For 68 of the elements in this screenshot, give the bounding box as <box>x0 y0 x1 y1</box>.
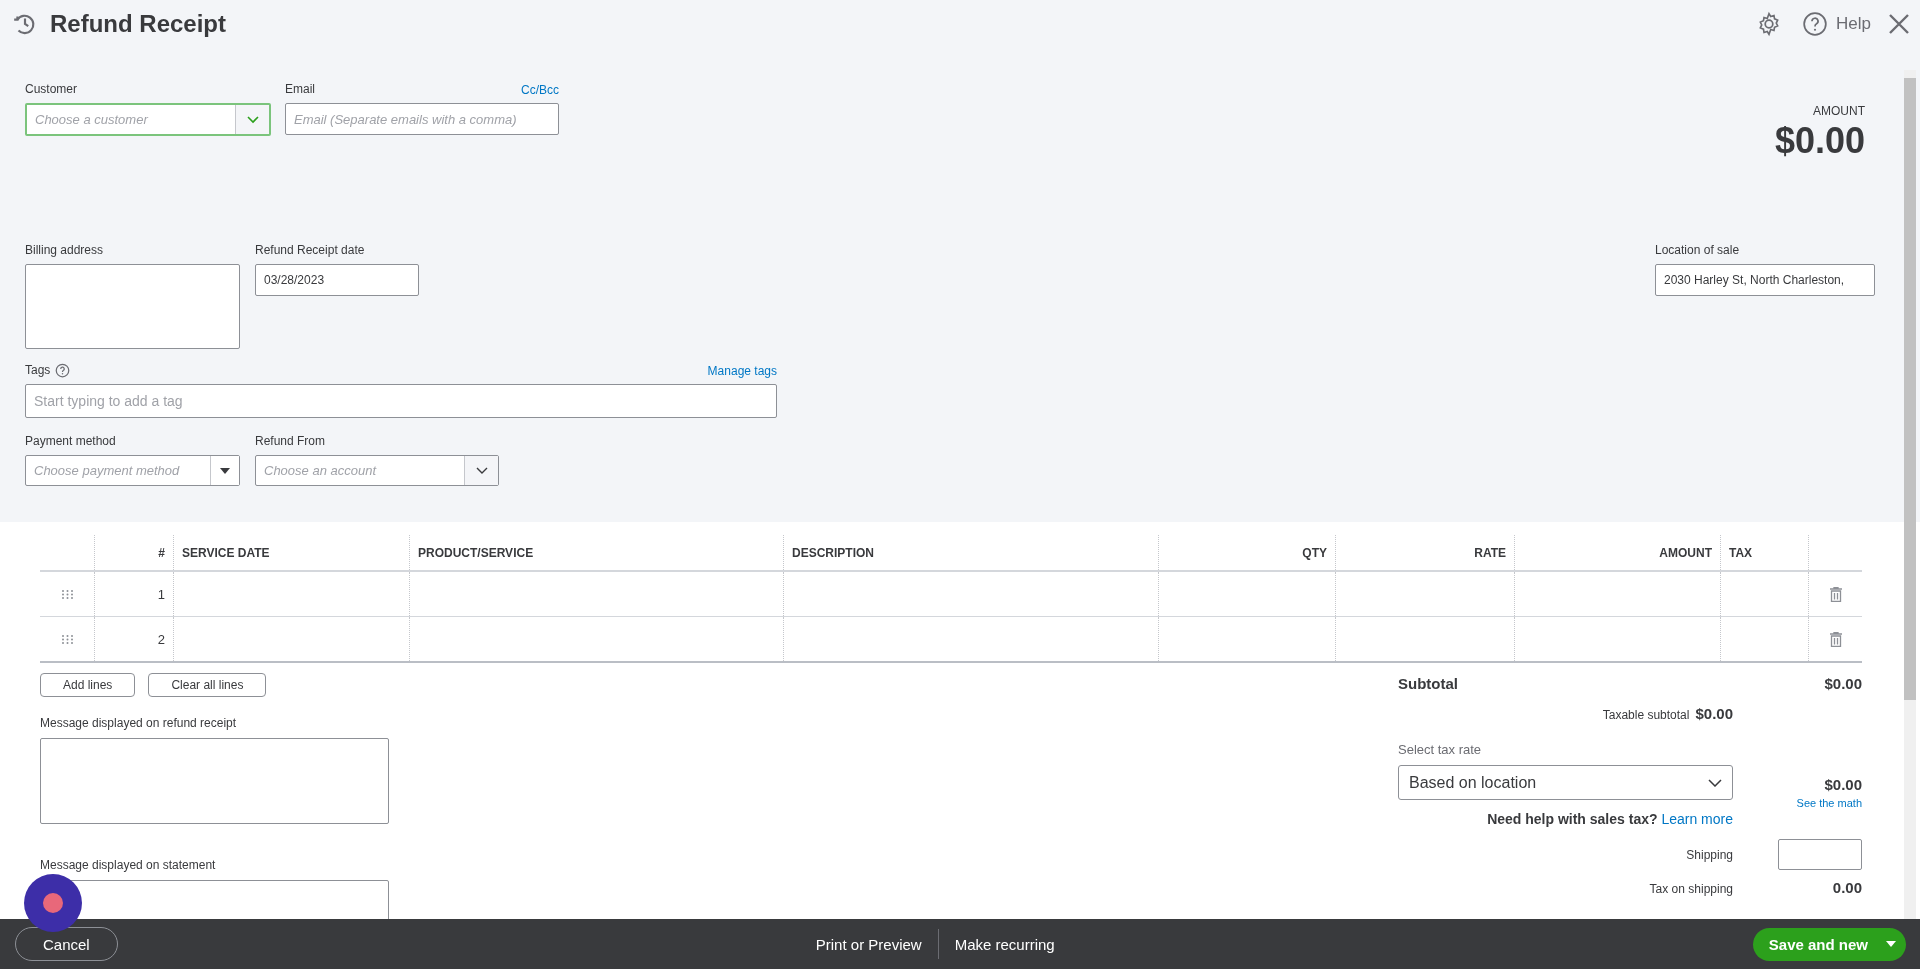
column-header: QTY <box>1302 545 1327 560</box>
refund-from-dropdown[interactable]: Choose an account <box>255 455 499 486</box>
learn-more-link[interactable]: Learn more <box>1661 811 1733 827</box>
close-icon[interactable] <box>1887 12 1911 36</box>
field-label: Message displayed on refund receipt <box>40 716 238 731</box>
row-number: 1 <box>157 586 165 602</box>
chat-launcher-overlay[interactable] <box>24 874 82 932</box>
email-field[interactable]: Email (Separate emails with a comma) <box>285 103 559 135</box>
shipping-label: Shipping <box>1686 847 1733 862</box>
tax-on-shipping-value: 0.00 <box>1831 879 1862 896</box>
tax-on-shipping-label: Tax on shipping <box>1649 882 1733 896</box>
help-icon <box>1802 11 1829 37</box>
amount-label: AMOUNT <box>1813 104 1865 118</box>
drag-handle-icon[interactable] <box>61 634 73 644</box>
make-recurring-link[interactable]: Make recurring <box>954 935 1055 953</box>
tax-rate-dropdown[interactable]: Based on location <box>1398 765 1733 800</box>
chevron-down-icon <box>1708 778 1722 787</box>
date-field[interactable]: 03/28/2023 <box>255 264 419 296</box>
customer-dropdown[interactable]: Choose a customer <box>25 103 271 136</box>
column-header: RATE <box>1474 545 1506 560</box>
print-preview-link[interactable]: Print or Preview <box>815 935 922 953</box>
field-label: Location of sale <box>1655 243 1741 258</box>
column-header: AMOUNT <box>1659 545 1712 560</box>
amount-value: $0.00 <box>1774 120 1865 162</box>
field-label: Email <box>285 82 315 97</box>
help-icon[interactable] <box>55 363 71 378</box>
field-label: Message displayed on statement <box>40 858 217 873</box>
subtotal-label: Subtotal <box>1398 675 1458 692</box>
sales-tax-help-text: Need help with sales tax? <box>1487 811 1658 827</box>
payment-method-dropdown[interactable]: Choose payment method <box>25 455 240 486</box>
shipping-field[interactable] <box>1778 839 1862 870</box>
help-button[interactable]: Help <box>1802 11 1871 37</box>
column-header: TAX <box>1729 545 1753 560</box>
location-field[interactable]: 2030 Harley St, North Charleston, <box>1655 264 1875 296</box>
page-title: Refund Receipt <box>50 10 226 38</box>
row-number: 2 <box>157 631 165 647</box>
tags-field[interactable]: Start typing to add a tag <box>25 384 777 418</box>
manage-tags-link[interactable]: Manage tags <box>707 363 777 378</box>
field-label: Refund Receipt date <box>255 243 366 258</box>
column-header: # <box>158 545 165 560</box>
tax-value: $0.00 <box>1824 776 1862 793</box>
column-header: DESCRIPTION <box>792 545 874 560</box>
message-field[interactable] <box>40 738 389 824</box>
tax-rate-label: Select tax rate <box>1398 742 1483 757</box>
save-and-new-button[interactable]: Save and new <box>1752 927 1906 961</box>
cc-bcc-link[interactable]: Cc/Bcc <box>521 82 559 97</box>
chevron-down-icon <box>246 115 259 124</box>
field-label: Customer <box>25 82 78 97</box>
billing-address-field[interactable] <box>25 264 240 349</box>
clear-lines-button[interactable]: Clear all lines <box>148 673 267 697</box>
field-label: Billing address <box>25 243 105 258</box>
caret-down-icon <box>1886 941 1896 947</box>
subtotal-value: $0.00 <box>1823 675 1862 692</box>
add-lines-button[interactable]: Add lines <box>40 673 136 697</box>
column-header: PRODUCT/SERVICE <box>418 545 534 560</box>
trash-icon[interactable] <box>1829 631 1842 647</box>
field-label: Payment method <box>25 434 117 449</box>
drag-handle-icon[interactable] <box>61 589 73 599</box>
see-math-link[interactable]: See the math <box>1796 797 1862 809</box>
trash-icon[interactable] <box>1829 586 1842 602</box>
taxable-subtotal-label: Taxable subtotal <box>1602 708 1690 722</box>
chevron-down-icon <box>475 466 488 475</box>
field-label: Tags <box>25 363 51 378</box>
caret-down-icon <box>220 467 230 474</box>
scrollbar[interactable] <box>1904 70 1916 919</box>
field-label: Refund From <box>255 434 327 449</box>
taxable-subtotal-value: $0.00 <box>1695 705 1733 722</box>
column-header: SERVICE DATE <box>182 545 270 560</box>
